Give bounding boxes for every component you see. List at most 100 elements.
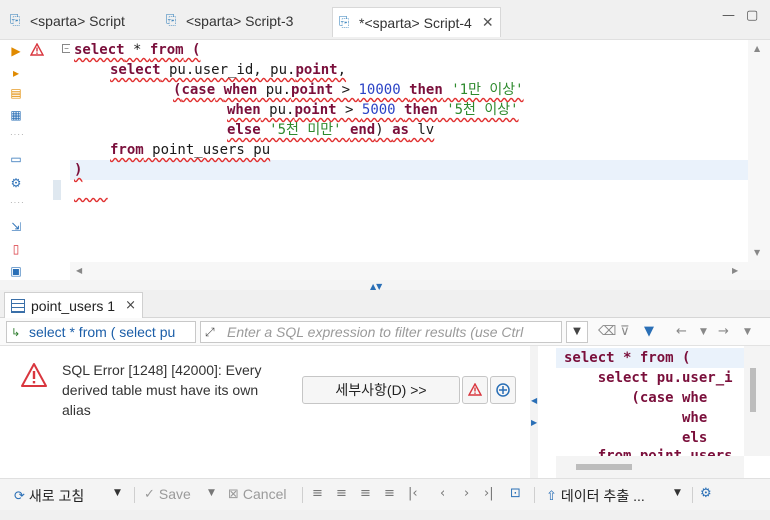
add-row-icon[interactable]: ≡ xyxy=(336,486,347,501)
preview-token: from point_users xyxy=(564,448,733,456)
explain-plan-icon[interactable]: ▦ xyxy=(9,108,23,122)
eraser-icon[interactable]: ⌫ xyxy=(598,324,616,339)
save-dropdown-icon[interactable]: ▼ xyxy=(208,488,215,498)
caret-line-marker xyxy=(53,180,61,200)
apply-filter-icon[interactable]: ▼ xyxy=(644,324,654,339)
save-button[interactable]: ✓ Save xyxy=(144,486,191,502)
previous-page-icon[interactable]: ‹ xyxy=(440,486,445,501)
error-message: SQL Error [1248] [42000]: Every derived … xyxy=(62,362,262,418)
refresh-dropdown-icon[interactable]: ▼ xyxy=(114,488,121,498)
scroll-up-icon[interactable]: ▲ xyxy=(754,44,760,53)
checkmark-icon: ✓ xyxy=(144,486,155,502)
copy-row-icon[interactable]: ≡ xyxy=(360,486,371,501)
export-upload-icon: ⇧ xyxy=(546,488,557,504)
back-arrow-icon[interactable]: ← xyxy=(676,324,687,339)
code-token: > xyxy=(336,102,362,118)
editor-side-toolbar: ▶ ▸ ▤ ▦ ···· ▭ ⚙ ···· ⇲ ▯ ▣ xyxy=(0,40,30,280)
code-token: '5천 이상' xyxy=(437,102,519,118)
terminal-icon[interactable]: ▭ xyxy=(9,152,23,166)
export-data-button[interactable]: ⇧ 데이터 추출 ... xyxy=(546,486,645,506)
editor-horizontal-scrollbar[interactable]: ◀ ▶ xyxy=(70,262,748,280)
search-web-button[interactable] xyxy=(490,376,516,404)
cancel-label: Cancel xyxy=(242,486,287,502)
error-marker-icon xyxy=(30,43,44,56)
sql-editor[interactable]: select * from ( select pu.user_id, pu.po… xyxy=(70,40,748,262)
editor-vertical-scrollbar[interactable]: ▲ ▼ xyxy=(748,40,770,280)
scroll-right-icon[interactable]: ▶ xyxy=(732,266,738,275)
first-page-icon[interactable]: |‹ xyxy=(408,486,418,501)
last-page-icon[interactable]: ›| xyxy=(484,486,494,501)
expand-filter-icon[interactable]: ⤢ xyxy=(205,325,223,340)
next-page-icon[interactable]: › xyxy=(464,486,469,501)
tab-label: <sparta> Script-3 xyxy=(186,13,294,29)
export-dropdown-icon[interactable]: ▼ xyxy=(674,488,681,498)
maximize-icon[interactable]: ▢ xyxy=(746,8,758,23)
tab-point-users-1[interactable]: point_users 1 × xyxy=(4,292,143,318)
code-token: select xyxy=(74,42,125,58)
preview-line-5: els xyxy=(564,428,707,448)
code-token: else xyxy=(227,122,261,138)
query-preview-field[interactable]: ↳ select * from ( select pu xyxy=(6,321,196,343)
code-token: '5천 미만' xyxy=(260,122,350,138)
filter-history-dropdown[interactable]: ▼ xyxy=(566,321,588,343)
query-preview-text: select * from ( select pu xyxy=(29,324,176,340)
execute-statement-icon[interactable]: ▶ xyxy=(9,44,23,58)
code-token: 5000 xyxy=(361,102,396,118)
tab-sparta-script-3[interactable]: ⎘ <sparta> Script-3 xyxy=(160,9,293,33)
code-token: from xyxy=(110,142,144,158)
refresh-icon: ⟳ xyxy=(14,488,25,504)
tab-sparta-script-4[interactable]: ⎘ *<sparta> Script-4 ✕ xyxy=(332,7,501,37)
code-token: from xyxy=(149,42,184,58)
preview-vertical-scrollbar[interactable] xyxy=(744,346,770,456)
show-error-log-button[interactable] xyxy=(462,376,488,404)
close-tab-icon[interactable]: ✕ xyxy=(482,15,494,31)
execute-script-icon[interactable]: ▤ xyxy=(9,86,23,100)
status-strip xyxy=(0,510,770,520)
scroll-thumb[interactable] xyxy=(750,368,756,412)
sql-preview-pane[interactable]: select * from ( select pu.user_i (case w… xyxy=(556,346,744,456)
panel-splitter[interactable]: ▲▼ xyxy=(0,280,770,291)
code-line-2: select pu.user_id, pu.point, xyxy=(110,60,346,80)
warning-triangle-icon xyxy=(21,363,47,387)
scroll-left-icon[interactable]: ◀ xyxy=(76,266,82,275)
code-token: then xyxy=(404,102,438,118)
export-script-icon[interactable]: ⇲ xyxy=(9,220,23,234)
toolbar-separator: ···· xyxy=(10,130,25,139)
results-side-splitter[interactable]: ◀ ▶ xyxy=(530,346,538,478)
delete-row-icon[interactable]: ≡ xyxy=(384,486,395,501)
editor-ruler xyxy=(30,40,70,280)
scroll-down-icon[interactable]: ▼ xyxy=(754,248,760,257)
fetch-all-icon[interactable]: ⊡ xyxy=(510,486,521,501)
preview-horizontal-scrollbar[interactable] xyxy=(556,456,744,478)
collapse-left-icon[interactable]: ◀ xyxy=(531,396,537,405)
code-token: pu. xyxy=(260,102,295,118)
settings-gear-icon[interactable]: ⚙ xyxy=(9,176,23,190)
settings-gear-icon[interactable]: ⚙ xyxy=(700,486,712,501)
code-token: then xyxy=(409,82,443,98)
collapse-right-icon[interactable]: ▶ xyxy=(531,418,537,427)
preview-line-2: select pu.user_i xyxy=(564,368,733,388)
scroll-thumb[interactable] xyxy=(576,464,632,470)
forward-arrow-icon[interactable]: → xyxy=(718,324,729,339)
minimize-icon[interactable]: — xyxy=(722,8,735,23)
cancel-button[interactable]: ⊠ Cancel xyxy=(228,486,287,502)
code-token: point xyxy=(291,82,334,98)
refresh-button[interactable]: ⟳ 새로 고침 xyxy=(14,486,84,506)
edit-cell-icon[interactable]: ≡ xyxy=(312,486,323,501)
code-token: select xyxy=(110,62,161,78)
close-results-tab-icon[interactable]: × xyxy=(125,298,136,313)
forward-dropdown-icon[interactable]: ▼ xyxy=(744,327,751,337)
filter-expression-input[interactable]: ⤢ Enter a SQL expression to filter resul… xyxy=(200,321,562,343)
clear-filter-icon[interactable]: ⊽ xyxy=(620,324,630,339)
code-token: when xyxy=(223,82,258,98)
sql-script-icon: ⎘ xyxy=(10,13,21,28)
details-button[interactable]: 세부사항(D) >> xyxy=(302,376,460,404)
execute-new-tab-icon[interactable]: ▸ xyxy=(9,66,23,80)
tab-sparta-script[interactable]: ⎘ <sparta> Script xyxy=(4,9,125,33)
preview-line-4: whe xyxy=(564,408,707,428)
save-script-icon[interactable]: ▣ xyxy=(9,264,23,278)
preview-token: els xyxy=(564,430,708,446)
load-script-icon[interactable]: ▯ xyxy=(9,242,23,256)
back-dropdown-icon[interactable]: ▼ xyxy=(700,327,707,337)
